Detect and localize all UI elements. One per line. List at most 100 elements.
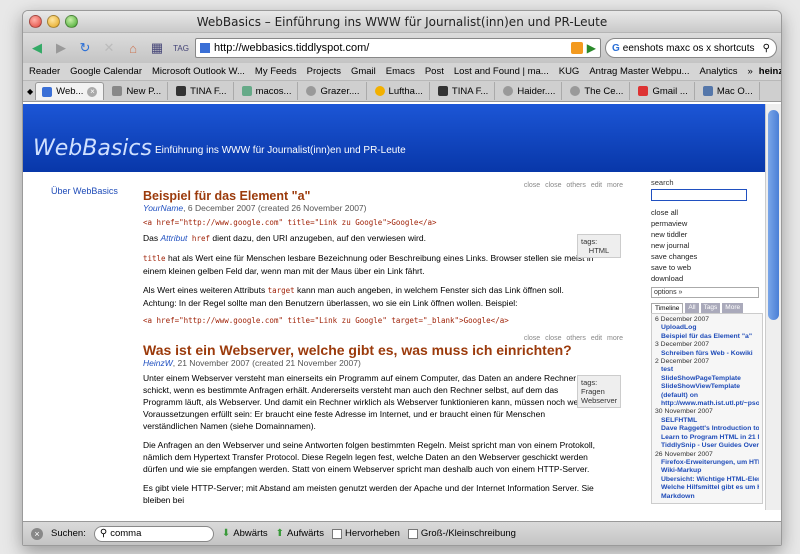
command-save-changes[interactable]: save changes (651, 251, 767, 262)
timeline-item[interactable]: UploadLog (655, 324, 759, 332)
command-new-journal[interactable]: new journal (651, 240, 767, 251)
timeline-item[interactable]: test (655, 366, 759, 374)
timeline-item[interactable]: Learn to Program HTML in 21 Minutes (655, 434, 759, 442)
tag-html[interactable]: HTML (581, 246, 617, 255)
bookmark-gmail[interactable]: Gmail (351, 66, 376, 77)
close-tab-icon[interactable]: × (87, 86, 98, 97)
tab-item[interactable]: Luftha... (369, 82, 430, 100)
tags-box: tags: HTML (577, 234, 621, 258)
bookmark-reader[interactable]: Reader (29, 66, 60, 77)
bookmark-antrag[interactable]: Antrag Master Webpu... (589, 66, 689, 77)
address-bar[interactable]: http://webbasics.tiddlyspot.com/ ▶ (195, 38, 601, 58)
tiddler-author[interactable]: YourName (143, 203, 183, 213)
options-toggle[interactable]: options » (651, 287, 759, 298)
highlight-checkbox[interactable]: Hervorheben (331, 528, 400, 539)
rss-feed-icon[interactable] (570, 42, 583, 54)
tab-item[interactable]: macos... (236, 82, 299, 100)
tab-item[interactable]: Mac O... (697, 82, 760, 100)
tab-item[interactable]: Haider.... (497, 82, 563, 100)
tag-button[interactable]: TAG (171, 38, 191, 58)
tab-all[interactable]: All (685, 303, 699, 313)
reload-button[interactable]: ↻ (75, 38, 95, 58)
timeline-item[interactable]: SELFHTML (655, 417, 759, 425)
find-previous-button[interactable]: ⬆ Aufwärts (276, 528, 324, 539)
tab-more[interactable]: More (722, 303, 744, 313)
tab-webbasics[interactable]: Web... × (35, 82, 105, 100)
site-favicon-icon (200, 43, 210, 53)
bookmark-kug[interactable]: KUG (559, 66, 580, 77)
tab-overview-button[interactable]: ▦ (147, 38, 167, 58)
stop-icon: ✕ (103, 40, 115, 55)
command-permaview[interactable]: permaview (651, 218, 767, 229)
forward-button[interactable]: ▶ (51, 38, 71, 58)
find-input[interactable]: ⚲ comma (93, 525, 214, 542)
tiddler-author[interactable]: HeinzW (143, 358, 173, 368)
timeline-item[interactable]: Wiki-Markup (655, 467, 759, 475)
timeline-item[interactable]: Übersicht: Wichtige HTML-Elemente (655, 476, 759, 484)
timeline-item[interactable]: SlideShowPageTemplate (655, 375, 759, 383)
tiddler: close close others edit more Was ist ein… (143, 335, 623, 506)
tab-item[interactable]: New P... (106, 82, 169, 100)
minimize-window-button[interactable] (47, 15, 60, 28)
user-bookmark[interactable]: heinz.wittenbrink (759, 66, 781, 77)
stop-button[interactable]: ✕ (99, 38, 119, 58)
zoom-window-button[interactable] (65, 15, 78, 28)
back-button[interactable]: ◀ (27, 38, 47, 58)
timeline-item[interactable]: SlideShowViewTemplate (655, 383, 759, 391)
favicon-icon (42, 86, 53, 97)
command-new-tiddler[interactable]: new tiddler (651, 229, 767, 240)
bookmark-post[interactable]: Post (425, 66, 444, 77)
tab-tags[interactable]: Tags (700, 303, 721, 313)
sidebar-search-input[interactable] (651, 189, 747, 201)
timeline-list: 6 December 2007 UploadLog Beispiel für d… (651, 313, 763, 504)
magnifier-icon[interactable]: ⚲ (763, 43, 770, 54)
home-button[interactable]: ⌂ (123, 38, 143, 58)
go-icon[interactable]: ▶ (587, 41, 596, 55)
tab-label: The Ce... (584, 85, 624, 97)
tab-list-icon[interactable]: ◆ (27, 87, 33, 96)
bookmarks-toolbar: Reader Google Calendar Microsoft Outlook… (23, 63, 781, 81)
tab-item[interactable]: TINA F... (170, 82, 234, 100)
tab-item[interactable]: The Ce... (564, 82, 631, 100)
timeline-item[interactable]: http://www.math.ist.utl.pt/~psoan (655, 400, 759, 408)
search-query: eenshots maxc os x shortcuts (622, 42, 755, 54)
scrollbar-thumb[interactable] (768, 110, 779, 320)
tag-list[interactable]: Fragen Webserver (581, 387, 617, 405)
tab-item[interactable]: Grazer.... (300, 82, 367, 100)
main-menu-link[interactable]: Über WebBasics (51, 186, 118, 196)
bookmark-lost-and-found[interactable]: Lost and Found | ma... (454, 66, 549, 77)
tiddler-toolbar[interactable]: close close others edit more (143, 182, 623, 189)
timeline-item[interactable]: Beispiel für das Element "a" (655, 333, 759, 341)
timeline-item[interactable]: (default) on (655, 392, 759, 400)
tab-item[interactable]: Gmail ... (632, 82, 695, 100)
timeline-item[interactable]: Schreiben fürs Web - Kowiki (655, 350, 759, 358)
tab-timeline[interactable]: Timeline (651, 303, 684, 313)
bookmark-google-calendar[interactable]: Google Calendar (70, 66, 142, 77)
bookmark-analytics[interactable]: Analytics (699, 66, 737, 77)
tab-item[interactable]: TINA F... (432, 82, 496, 100)
command-download[interactable]: download (651, 273, 767, 284)
bookmark-projects[interactable]: Projects (307, 66, 341, 77)
close-find-bar-icon[interactable]: × (31, 527, 43, 540)
timeline-item[interactable]: Welche Hilfsmittel gibt es um HTML zu sc… (655, 484, 759, 492)
search-field[interactable]: G eenshots maxc os x shortcuts ⚲ (605, 38, 777, 58)
tiddler-toolbar[interactable]: close close others edit more (143, 335, 623, 342)
bookmark-emacs[interactable]: Emacs (386, 66, 415, 77)
timeline-item[interactable]: Dave Raggett's Introduction to HTML (655, 425, 759, 433)
close-window-button[interactable] (29, 15, 42, 28)
timeline-item[interactable]: TiddlySnip - User Guides Overview (655, 442, 759, 450)
timeline-item[interactable]: Markdown (655, 493, 759, 501)
timeline-date: 30 November 2007 (655, 408, 713, 416)
command-save-to-web[interactable]: save to web (651, 262, 767, 273)
wiki-link[interactable]: Attribut (160, 233, 187, 243)
vertical-scrollbar[interactable] (765, 104, 781, 510)
timeline-item[interactable]: Firefox-Erweiterungen, um HTML zu schrei… (655, 459, 759, 467)
code-example: <a href="http://www.google.com" title="L… (143, 316, 509, 325)
chevron-right-icon[interactable]: » (748, 66, 753, 77)
bookmark-my-feeds[interactable]: My Feeds (255, 66, 297, 77)
command-close-all[interactable]: close all (651, 207, 767, 218)
tags-label: tags: (581, 378, 598, 387)
find-next-button[interactable]: ⬇ Abwärts (222, 528, 268, 539)
bookmark-outlook[interactable]: Microsoft Outlook W... (152, 66, 245, 77)
match-case-checkbox[interactable]: Groß-/Kleinschreibung (407, 528, 516, 539)
